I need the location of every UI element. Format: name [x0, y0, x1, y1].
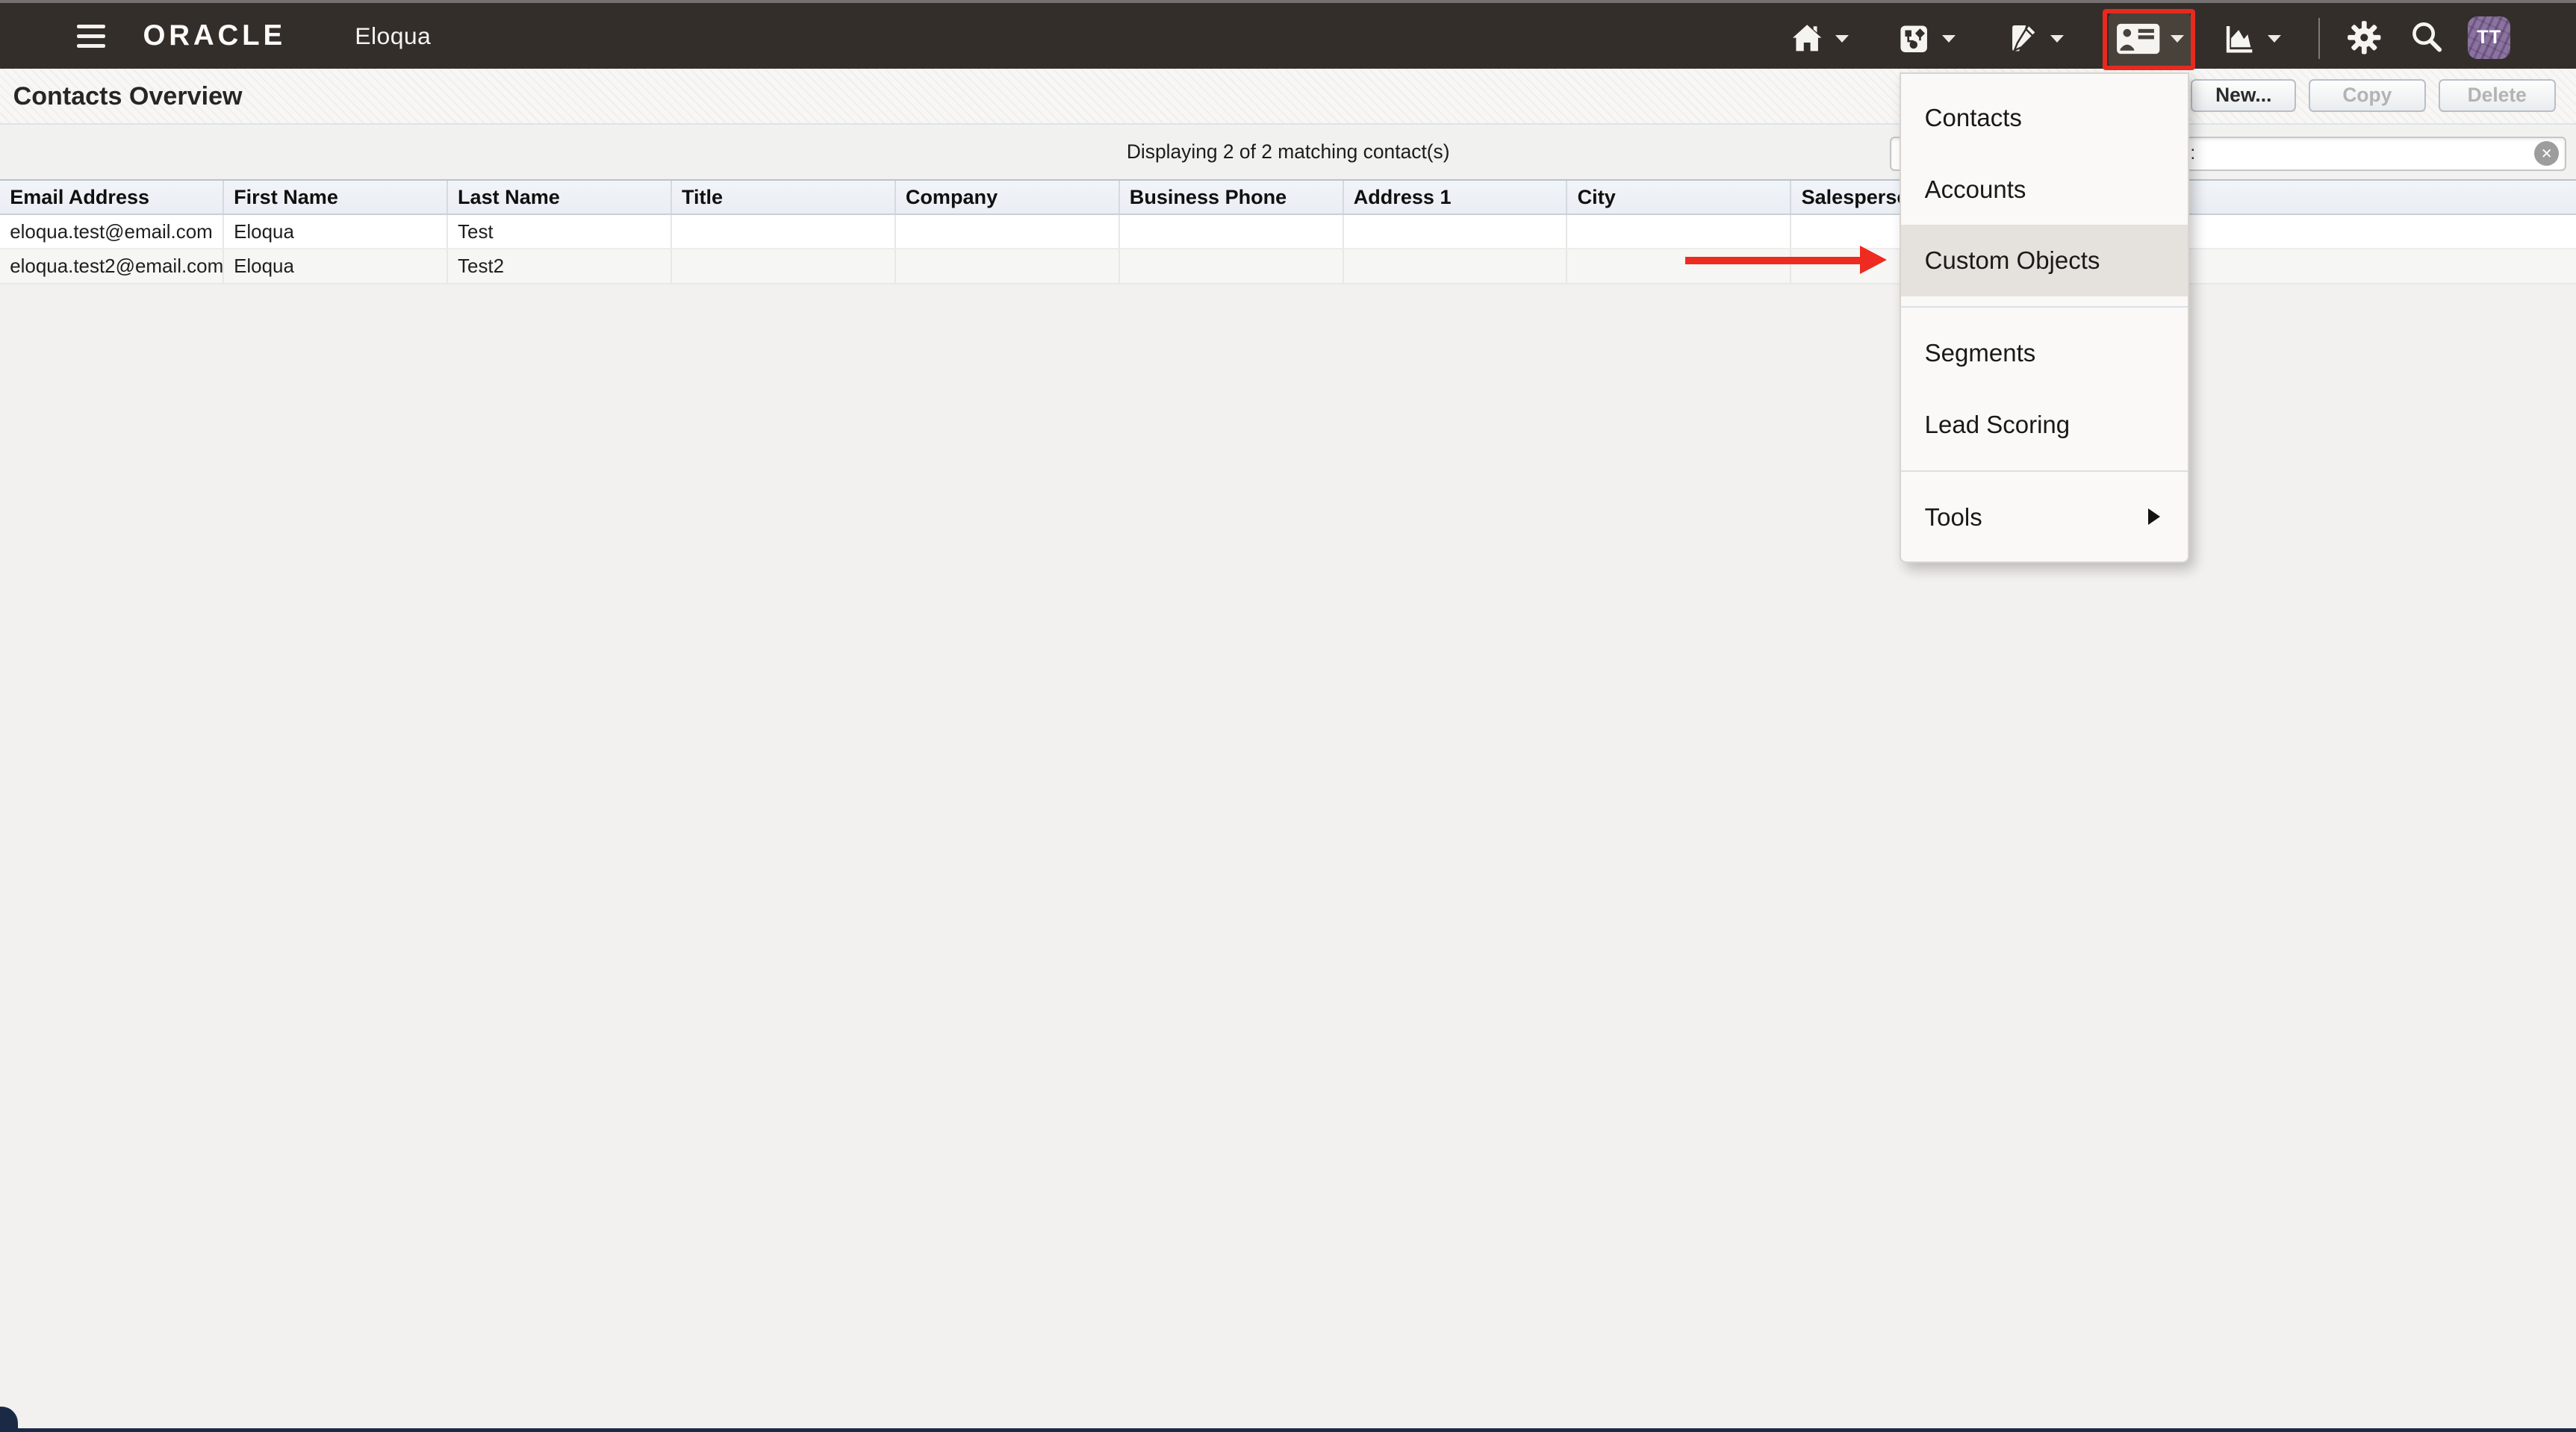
- nav-orchestration-button[interactable]: [1896, 11, 1956, 67]
- search-text-fragment: :: [2190, 143, 2195, 164]
- hamburger-menu-icon[interactable]: [77, 25, 105, 49]
- menu-divider: [1901, 306, 2188, 308]
- product-name: Eloqua: [355, 3, 431, 69]
- table-row[interactable]: eloqua.test2@email.com Eloqua Test2: [0, 249, 2576, 284]
- cell-title: [672, 215, 896, 248]
- column-header-business-phone[interactable]: Business Phone: [1120, 181, 1344, 214]
- audience-dropdown-menu: Contacts Accounts Custom Objects Segment…: [1900, 72, 2189, 563]
- menu-item-accounts[interactable]: Accounts: [1901, 154, 2188, 225]
- eloqua-app: ORACLE Eloqua: [0, 0, 2576, 1432]
- menu-item-tools[interactable]: Tools: [1901, 482, 2188, 553]
- column-header-first-name[interactable]: First Name: [224, 181, 448, 214]
- cell-email: eloqua.test2@email.com: [0, 249, 224, 282]
- menu-item-custom-objects[interactable]: Custom Objects: [1901, 225, 2188, 296]
- chevron-down-icon: [1835, 35, 1849, 43]
- cell-business-phone: [1120, 249, 1344, 282]
- nav-audience-button[interactable]: [2116, 11, 2184, 67]
- column-header-company[interactable]: Company: [896, 181, 1120, 214]
- orchestration-icon: [1896, 21, 1932, 57]
- menu-item-lead-scoring[interactable]: Lead Scoring: [1901, 389, 2188, 461]
- cell-email: eloqua.test@email.com: [0, 215, 224, 248]
- bottom-left-corner: [0, 1407, 18, 1432]
- new-button[interactable]: New...: [2191, 79, 2296, 112]
- cell-company: [896, 215, 1120, 248]
- page-header: Contacts Overview New... Copy Delete: [0, 69, 2576, 125]
- table-row[interactable]: eloqua.test@email.com Eloqua Test: [0, 215, 2576, 249]
- search-icon: [2408, 19, 2446, 57]
- chevron-down-icon: [2268, 35, 2281, 43]
- annotation-arrow-shaft: [1685, 257, 1863, 264]
- nav-home-button[interactable]: [1789, 11, 1849, 67]
- bottom-window-edge: [0, 1428, 2576, 1432]
- user-avatar[interactable]: TT: [2468, 16, 2510, 59]
- chevron-down-icon: [2171, 35, 2184, 43]
- page-title: Contacts Overview: [13, 69, 243, 125]
- cell-title: [672, 249, 896, 282]
- cell-company: [896, 249, 1120, 282]
- column-header-last-name[interactable]: Last Name: [448, 181, 672, 214]
- column-header-address1[interactable]: Address 1: [1344, 181, 1568, 214]
- analytics-chart-icon: [2221, 21, 2257, 57]
- gear-icon: [2345, 19, 2383, 57]
- cell-last-name: Test2: [448, 249, 672, 282]
- oracle-logo: ORACLE: [143, 3, 286, 69]
- nav-analytics-button[interactable]: [2221, 11, 2281, 67]
- cell-first-name: Eloqua: [224, 215, 448, 248]
- column-header-title[interactable]: Title: [672, 181, 896, 214]
- cell-last-name: Test: [448, 215, 672, 248]
- cell-first-name: Eloqua: [224, 249, 448, 282]
- chevron-down-icon: [2050, 35, 2064, 43]
- cell-business-phone: [1120, 215, 1344, 248]
- assets-pencil-icon: [2005, 21, 2041, 57]
- copy-button: Copy: [2309, 79, 2426, 112]
- topbar-divider: [2318, 18, 2320, 59]
- cell-address1: [1344, 249, 1568, 282]
- delete-button: Delete: [2439, 79, 2556, 112]
- audience-card-icon: [2116, 22, 2160, 55]
- menu-item-segments[interactable]: Segments: [1901, 317, 2188, 389]
- column-header-city[interactable]: City: [1567, 181, 1791, 214]
- chevron-down-icon: [1942, 35, 1956, 43]
- cell-city: [1567, 249, 1791, 282]
- menu-item-contacts[interactable]: Contacts: [1901, 82, 2188, 154]
- annotation-arrow-head: [1860, 246, 1887, 274]
- menu-divider: [1901, 470, 2188, 472]
- table-header-row: Email Address First Name Last Name Title…: [0, 179, 2576, 215]
- global-search-button[interactable]: [2407, 16, 2447, 59]
- settings-button[interactable]: [2345, 16, 2384, 59]
- home-icon: [1789, 21, 1825, 57]
- column-header-email[interactable]: Email Address: [0, 181, 224, 214]
- submenu-arrow-icon: [2148, 508, 2160, 525]
- nav-assets-button[interactable]: [2005, 11, 2065, 67]
- contacts-table: Email Address First Name Last Name Title…: [0, 179, 2576, 284]
- cell-address1: [1344, 215, 1568, 248]
- menu-item-label: Tools: [1925, 503, 1982, 531]
- cell-city: [1567, 215, 1791, 248]
- top-navigation-bar: ORACLE Eloqua: [0, 0, 2576, 69]
